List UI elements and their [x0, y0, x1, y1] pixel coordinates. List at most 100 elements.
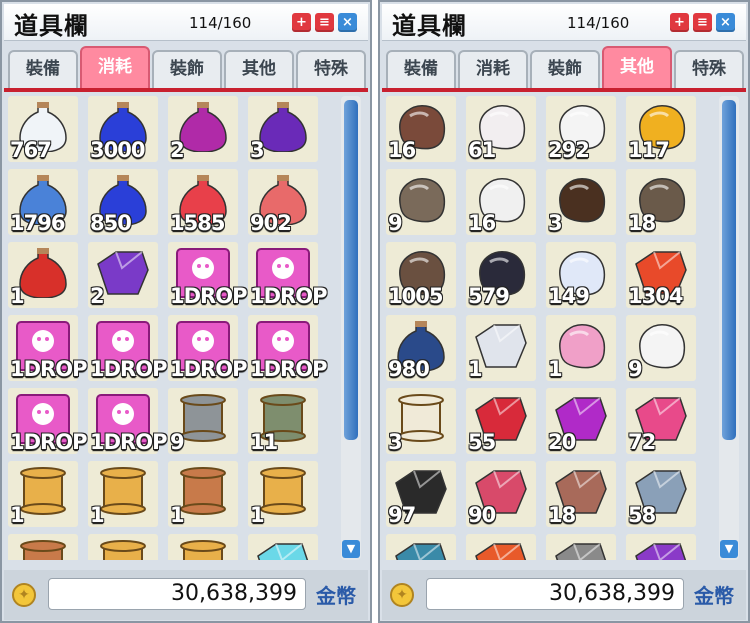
item-slot[interactable]: 149: [546, 242, 616, 308]
item-slot[interactable]: [8, 534, 78, 560]
item-slot[interactable]: [386, 534, 456, 560]
item-slot[interactable]: 11: [248, 388, 318, 454]
scroll-down-icon[interactable]: ▼: [342, 540, 360, 558]
scroll-thumb[interactable]: [344, 100, 358, 440]
tab-other[interactable]: 其他: [602, 46, 672, 88]
item-quantity: 1304: [628, 284, 683, 308]
item-slot[interactable]: 1: [8, 461, 78, 527]
item-quantity: 579: [468, 284, 510, 308]
item-slot[interactable]: 1DROP: [168, 242, 247, 308]
close-button[interactable]: ×: [338, 13, 357, 32]
item-slot[interactable]: 1005: [386, 242, 456, 308]
item-slot[interactable]: 9: [168, 388, 238, 454]
item-slot[interactable]: 1796: [8, 169, 78, 235]
slot-count: 114/160: [567, 14, 630, 32]
item-slot[interactable]: 18: [626, 169, 696, 235]
currency-label: 金幣: [694, 584, 734, 608]
wallet-bar: ✦ 30,638,399 金幣: [382, 570, 746, 620]
item-slot[interactable]: 980: [386, 315, 456, 381]
item-slot[interactable]: 579: [466, 242, 536, 308]
item-slot[interactable]: 97: [386, 461, 456, 527]
item-slot[interactable]: 292: [546, 96, 616, 162]
item-slot[interactable]: [546, 534, 616, 560]
teal-gem-icon: [395, 543, 447, 560]
tab-special[interactable]: 特殊: [674, 50, 744, 88]
item-slot[interactable]: 61: [466, 96, 536, 162]
scroll-thumb[interactable]: [722, 100, 736, 440]
item-quantity: 3000: [90, 138, 145, 162]
item-slot[interactable]: 1DROP: [88, 315, 167, 381]
item-slot[interactable]: 1: [8, 242, 78, 308]
item-slot[interactable]: 18: [546, 461, 616, 527]
item-slot[interactable]: 72: [626, 388, 696, 454]
item-slot[interactable]: 2: [168, 96, 238, 162]
tab-equipment[interactable]: 裝備: [386, 50, 456, 88]
item-slot[interactable]: 1DROP: [168, 315, 247, 381]
item-slot[interactable]: 3: [248, 96, 318, 162]
item-slot[interactable]: 1DROP: [88, 388, 167, 454]
menu-button[interactable]: ≡: [315, 13, 334, 32]
add-button[interactable]: +: [292, 13, 311, 32]
item-slot[interactable]: 2: [88, 242, 158, 308]
tab-decorations[interactable]: 裝飾: [530, 50, 600, 88]
coin-icon: ✦: [12, 583, 36, 607]
item-slot[interactable]: 1: [466, 315, 536, 381]
item-slot[interactable]: 20: [546, 388, 616, 454]
item-quantity: 16: [468, 211, 496, 235]
item-quantity: 55: [468, 430, 496, 454]
item-slot[interactable]: 9: [626, 315, 696, 381]
item-quantity: 1: [548, 357, 563, 381]
item-quantity: 9: [628, 357, 643, 381]
item-quantity: 767: [10, 138, 52, 162]
tab-consumables[interactable]: 消耗: [458, 50, 528, 88]
item-slot[interactable]: 3000: [88, 96, 158, 162]
scrollbar[interactable]: ▼: [719, 96, 739, 560]
item-slot[interactable]: 767: [8, 96, 78, 162]
item-slot[interactable]: 902: [248, 169, 318, 235]
item-slot[interactable]: 1DROP: [8, 315, 87, 381]
close-button[interactable]: ×: [716, 13, 735, 32]
item-slot[interactable]: [248, 534, 318, 560]
item-slot[interactable]: 3: [386, 388, 456, 454]
tab-equipment[interactable]: 裝備: [8, 50, 78, 88]
tab-consumables[interactable]: 消耗: [80, 46, 150, 88]
item-slot[interactable]: 58: [626, 461, 696, 527]
tab-special[interactable]: 特殊: [296, 50, 366, 88]
item-slot[interactable]: 90: [466, 461, 536, 527]
item-slot[interactable]: 1DROP: [248, 315, 327, 381]
scrollbar[interactable]: ▼: [341, 96, 361, 560]
tab-other[interactable]: 其他: [224, 50, 294, 88]
scroll-down-icon[interactable]: ▼: [720, 540, 738, 558]
title-bar[interactable]: 道具欄 114/160 + ≡ ×: [382, 4, 746, 41]
item-slot[interactable]: [466, 534, 536, 560]
item-slot[interactable]: 1: [168, 461, 238, 527]
item-slot[interactable]: 850: [88, 169, 158, 235]
category-tabs: 裝備 消耗 裝飾 其他 特殊: [384, 46, 746, 90]
item-slot[interactable]: 16: [466, 169, 536, 235]
item-slot[interactable]: 1304: [626, 242, 696, 308]
item-slot[interactable]: 1DROP: [8, 388, 87, 454]
item-quantity: 3: [250, 138, 265, 162]
item-slot[interactable]: [88, 534, 158, 560]
item-slot[interactable]: 3: [546, 169, 616, 235]
tab-decorations[interactable]: 裝飾: [152, 50, 222, 88]
item-quantity: 902: [250, 211, 292, 235]
item-slot[interactable]: 55: [466, 388, 536, 454]
item-slot[interactable]: 1: [546, 315, 616, 381]
item-slot[interactable]: 1: [248, 461, 318, 527]
menu-button[interactable]: ≡: [693, 13, 712, 32]
item-slot[interactable]: 1DROP: [248, 242, 327, 308]
title-bar[interactable]: 道具欄 114/160 + ≡ ×: [4, 4, 368, 41]
item-slot[interactable]: 9: [386, 169, 456, 235]
item-grid: 767 3000 2 3 1796 850 1585 902 1 2 1DROP 1DROP 1DROP…: [8, 96, 334, 560]
item-quantity: 1: [90, 503, 105, 527]
add-button[interactable]: +: [670, 13, 689, 32]
item-slot[interactable]: [168, 534, 238, 560]
item-slot[interactable]: 117: [626, 96, 696, 162]
item-quantity: 97: [388, 503, 416, 527]
item-slot[interactable]: [626, 534, 696, 560]
item-slot[interactable]: 1585: [168, 169, 238, 235]
item-slot[interactable]: 16: [386, 96, 456, 162]
coin-icon: ✦: [390, 583, 414, 607]
item-slot[interactable]: 1: [88, 461, 158, 527]
